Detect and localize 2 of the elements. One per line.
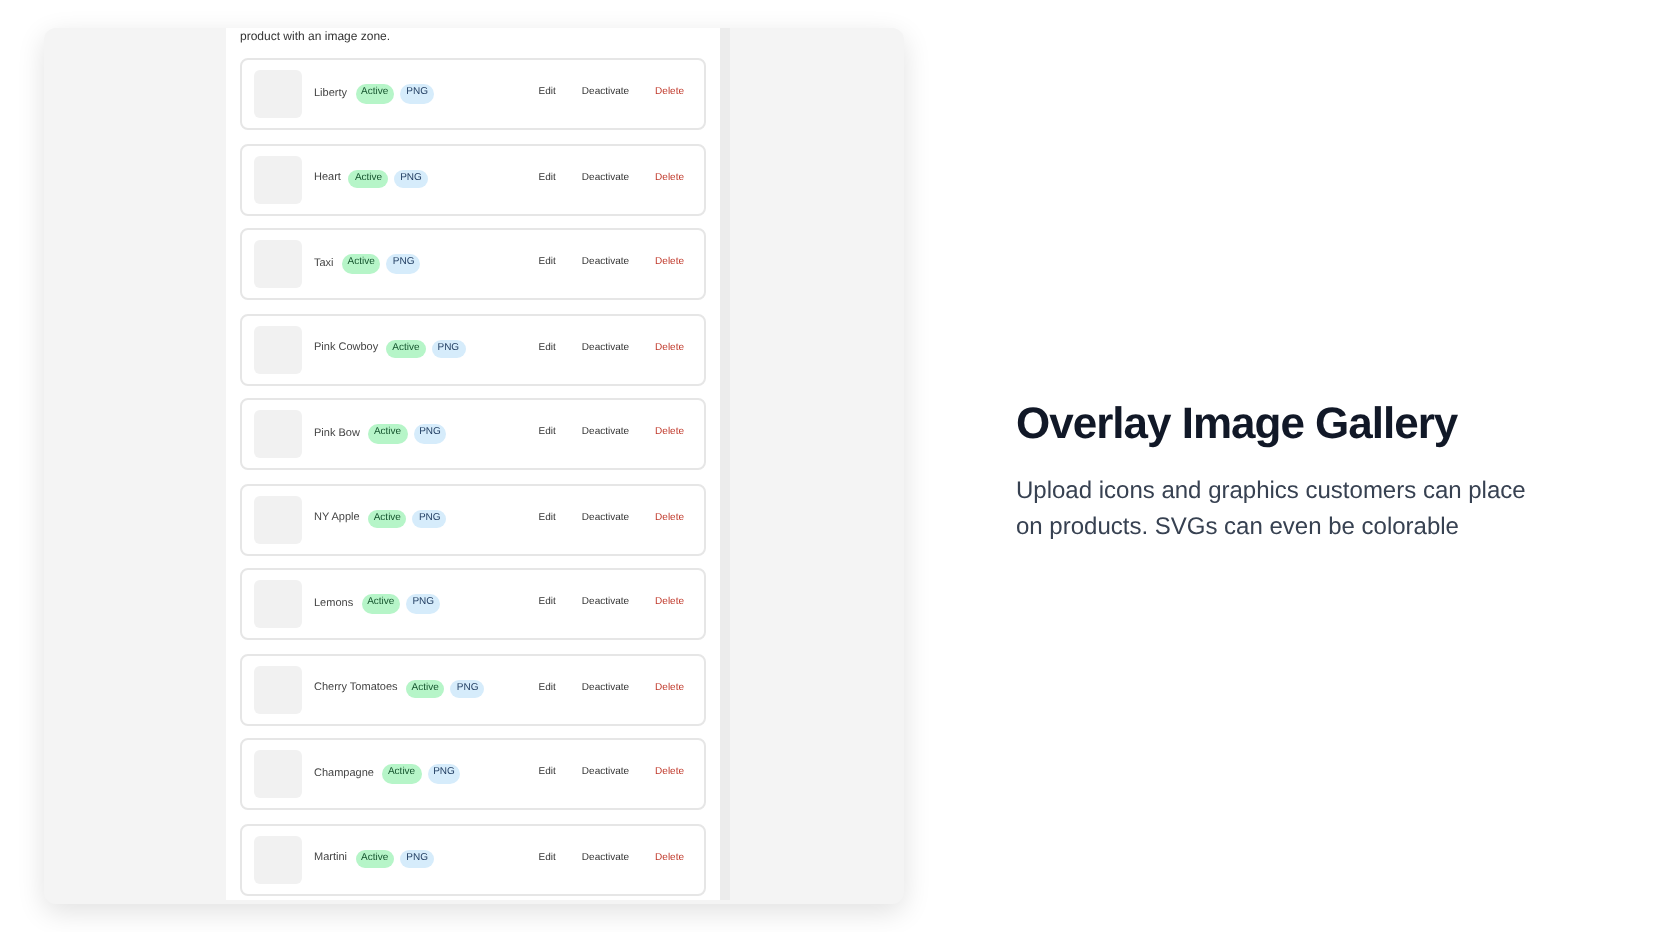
feature-title: Overlay Image Gallery — [1016, 395, 1460, 452]
feature-description: Upload icons and graphics customers can place on products. SVGs can even be colorable — [1016, 473, 1528, 543]
